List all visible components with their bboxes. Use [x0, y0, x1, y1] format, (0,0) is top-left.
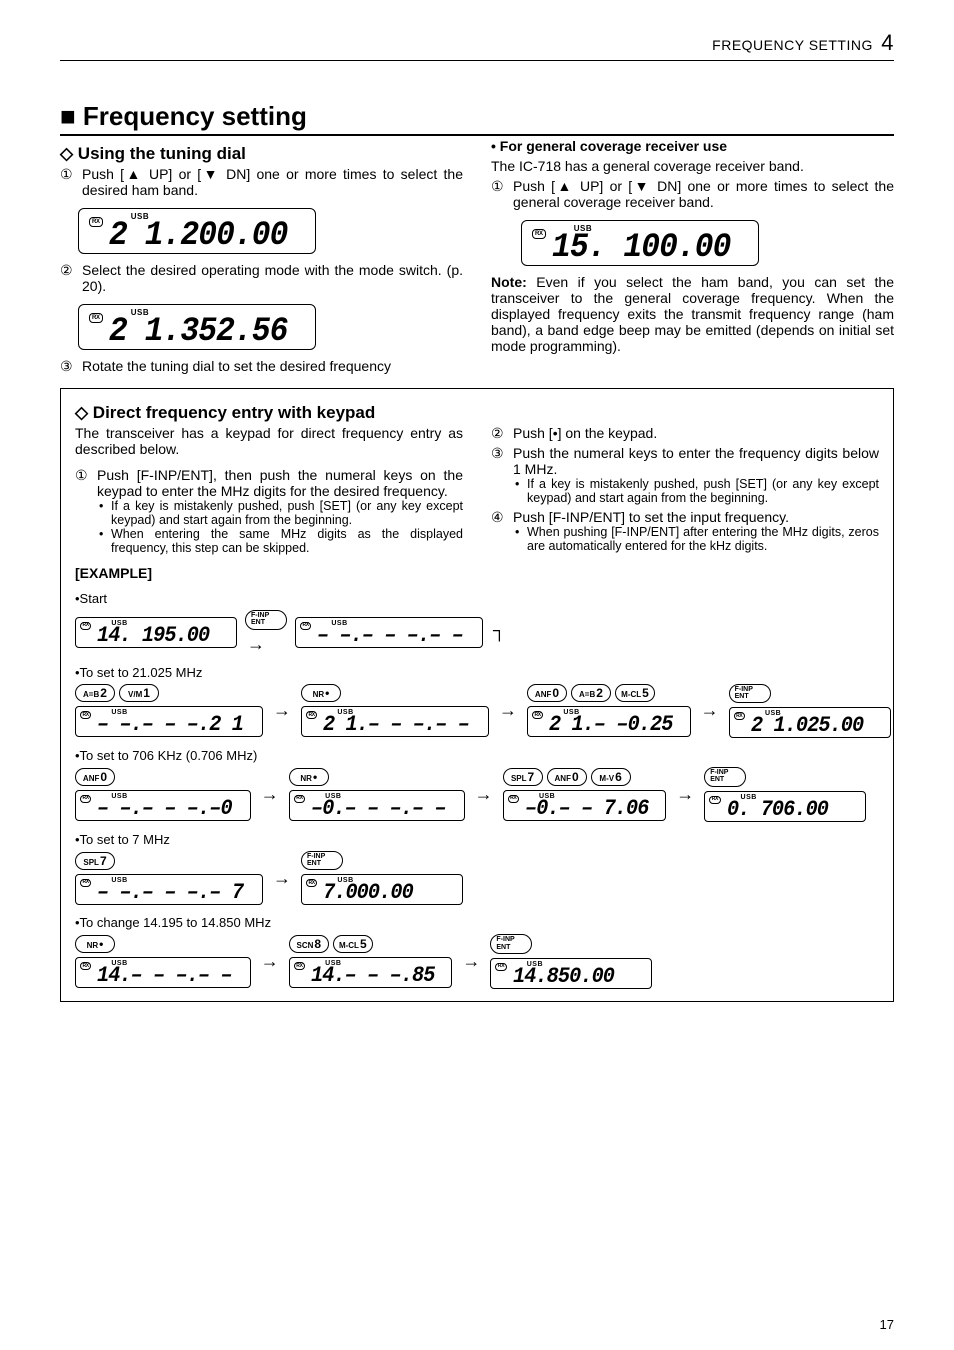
lcd-mini: RXUSB14. 195.00: [75, 617, 237, 648]
right-lead-bold: • For general coverage receiver use: [491, 138, 894, 154]
subhead-tuning-dial: Using the tuning dial: [60, 144, 463, 164]
lcd-mini: RXUSB0. 706.00: [704, 791, 866, 822]
key-0: ANF0: [75, 768, 115, 786]
tuning-step-1: ①Push [▲ UP] or [▼ DN] one or more times…: [60, 166, 463, 198]
header-title: FREQUENCY SETTING: [712, 37, 873, 53]
running-header: FREQUENCY SETTING 4: [60, 30, 894, 56]
direct-entry-box: Direct frequency entry with keypad The t…: [60, 388, 894, 1002]
top-columns: Using the tuning dial ①Push [▲ UP] or [▼…: [60, 138, 894, 378]
lcd-mini: RXUSB–0.– – 7.06: [503, 790, 667, 821]
arrow-right-icon: →: [259, 784, 281, 805]
lcd-display-gencov: RX USB 15. 100.00: [521, 220, 759, 266]
direct-step-1-note1: If a key is mistakenly pushed, push [SET…: [97, 499, 463, 527]
lcd-mini: RXUSB– –.– – –.2 1: [75, 706, 263, 737]
lcd2-freq: 2 1.352.56: [109, 315, 288, 349]
direct-step-1-note2: When entering the same MHz digits as the…: [97, 527, 463, 555]
arrow-right-icon: →: [245, 634, 287, 655]
rx-badge: RX: [89, 313, 103, 323]
row-label-4: •To change 14.195 to 14.850 MHz: [75, 915, 879, 930]
lcd-mini: RXUSB2 1.– – –.– –: [301, 706, 489, 737]
key-5: M-CL5: [615, 684, 655, 702]
direct-step-1: ①Push [F-INP/ENT], then push the numeral…: [75, 467, 463, 555]
lcd-mini: RXUSB– –.– – –.– –: [295, 617, 483, 648]
lcd-display-2: RX USB 2 1.352.56: [78, 304, 316, 350]
key-finp-ent: F-INPENT: [301, 851, 343, 871]
direct-step-3: ③Push the numeral keys to enter the freq…: [491, 445, 879, 505]
arrow-right-icon: →: [473, 784, 495, 805]
key-1: V/M1: [119, 684, 159, 702]
key-dot: NR•: [75, 935, 115, 953]
key-dot: NR•: [289, 768, 329, 786]
key-0: ANF0: [527, 684, 567, 702]
example-row-4: NR• RXUSB14.– – –.– – → SCN8 M-CL5 RXUSB…: [75, 934, 879, 989]
gencov-note: Note: Even if you select the ham band, y…: [491, 274, 894, 354]
left-column: Using the tuning dial ①Push [▲ UP] or [▼…: [60, 138, 463, 378]
lcd-mini: RXUSB14.– – –.85: [289, 957, 453, 988]
lcd-mini: RXUSB14.– – –.– –: [75, 957, 251, 988]
key-7: SPL7: [503, 768, 543, 786]
row-label-start: •Start: [75, 591, 879, 606]
key-0: ANF0: [547, 768, 587, 786]
row-label-3: •To set to 7 MHz: [75, 832, 879, 847]
tuning-step-2: ②Select the desired operating mode with …: [60, 262, 463, 294]
key-5: M-CL5: [333, 935, 373, 953]
arrow-right-icon: →: [497, 700, 519, 721]
lcd1-freq: 2 1.200.00: [109, 219, 288, 253]
arrow-right-icon: →: [259, 951, 281, 972]
lcd-mini: RXUSB–0.– – –.– –: [289, 790, 465, 821]
arrow-right-icon: →: [674, 784, 696, 805]
lcd-mini: RXUSB14.850.00: [490, 958, 652, 989]
key-7: SPL7: [75, 852, 115, 870]
subhead-direct-entry: Direct frequency entry with keypad: [75, 403, 463, 423]
arrow-right-icon: →: [271, 700, 293, 721]
section-title: ■ Frequency setting: [60, 101, 894, 136]
example-row-1: A=B2 V/M1 RXUSB– –.– – –.2 1 → NR• RXUSB…: [75, 684, 879, 739]
example-row-3: SPL7 RXUSB– –.– – –.– 7 → F-INPENT RXUSB…: [75, 851, 879, 906]
direct-step-4-note: When pushing [F-INP/ENT] after entering …: [513, 525, 879, 553]
page-number: 17: [880, 1317, 894, 1332]
example-label: [EXAMPLE]: [75, 565, 879, 581]
lcd-mini: RXUSB– –.– – –.–0: [75, 790, 251, 821]
arrow-right-icon: →: [699, 700, 721, 721]
key-8: SCN8: [289, 935, 329, 953]
lcd-mini: RXUSB2 1.025.00: [729, 707, 891, 738]
key-finp-ent: F-INPENT: [704, 767, 746, 787]
key-finp-ent: F-INPENT: [245, 610, 287, 630]
rx-badge: RX: [532, 229, 546, 239]
rx-badge: RX: [89, 217, 103, 227]
arrow-right-icon: →: [460, 951, 482, 972]
tuning-step-3: ③Rotate the tuning dial to set the desir…: [60, 358, 463, 374]
lcd-mini: RXUSB7.000.00: [301, 874, 463, 905]
direct-intro: The transceiver has a keypad for direct …: [75, 425, 463, 457]
right-lead-text: The IC-718 has a general coverage receiv…: [491, 158, 894, 174]
lcd-display-1: RX USB 2 1.200.00: [78, 208, 316, 254]
lcd-gencov-freq: 15. 100.00: [552, 231, 731, 265]
manual-page: FREQUENCY SETTING 4 ■ Frequency setting …: [0, 0, 954, 1350]
example-row-start: RXUSB14. 195.00 F-INPENT → RXUSB– –.– – –…: [75, 610, 879, 655]
arrow-bend-icon: ┐: [491, 620, 508, 641]
example-row-2: ANF0 RXUSB– –.– – –.–0 → NR• RXUSB–0.– –…: [75, 767, 879, 822]
direct-step-2: ②Push [•] on the keypad.: [491, 425, 879, 441]
lcd-mini: RXUSB– –.– – –.– 7: [75, 874, 263, 905]
direct-step-4: ④Push [F-INP/ENT] to set the input frequ…: [491, 509, 879, 553]
key-dot: NR•: [301, 684, 341, 702]
row-label-1: •To set to 21.025 MHz: [75, 665, 879, 680]
key-finp-ent: F-INPENT: [729, 684, 771, 704]
direct-step-3-note: If a key is mistakenly pushed, push [SET…: [513, 477, 879, 505]
row-label-2: •To set to 706 KHz (0.706 MHz): [75, 748, 879, 763]
key-2: A=B2: [571, 684, 611, 702]
key-2: A=B2: [75, 684, 115, 702]
key-6: M-V6: [591, 768, 631, 786]
right-column: • For general coverage receiver use The …: [491, 138, 894, 378]
lcd-mini: RXUSB2 1.– –0.25: [527, 706, 691, 737]
arrow-right-icon: →: [271, 868, 293, 889]
header-rule: [60, 60, 894, 61]
gencov-step-1: ①Push [▲ UP] or [▼ DN] one or more times…: [491, 178, 894, 210]
key-finp-ent: F-INPENT: [490, 934, 532, 954]
chapter-number: 4: [881, 30, 894, 55]
